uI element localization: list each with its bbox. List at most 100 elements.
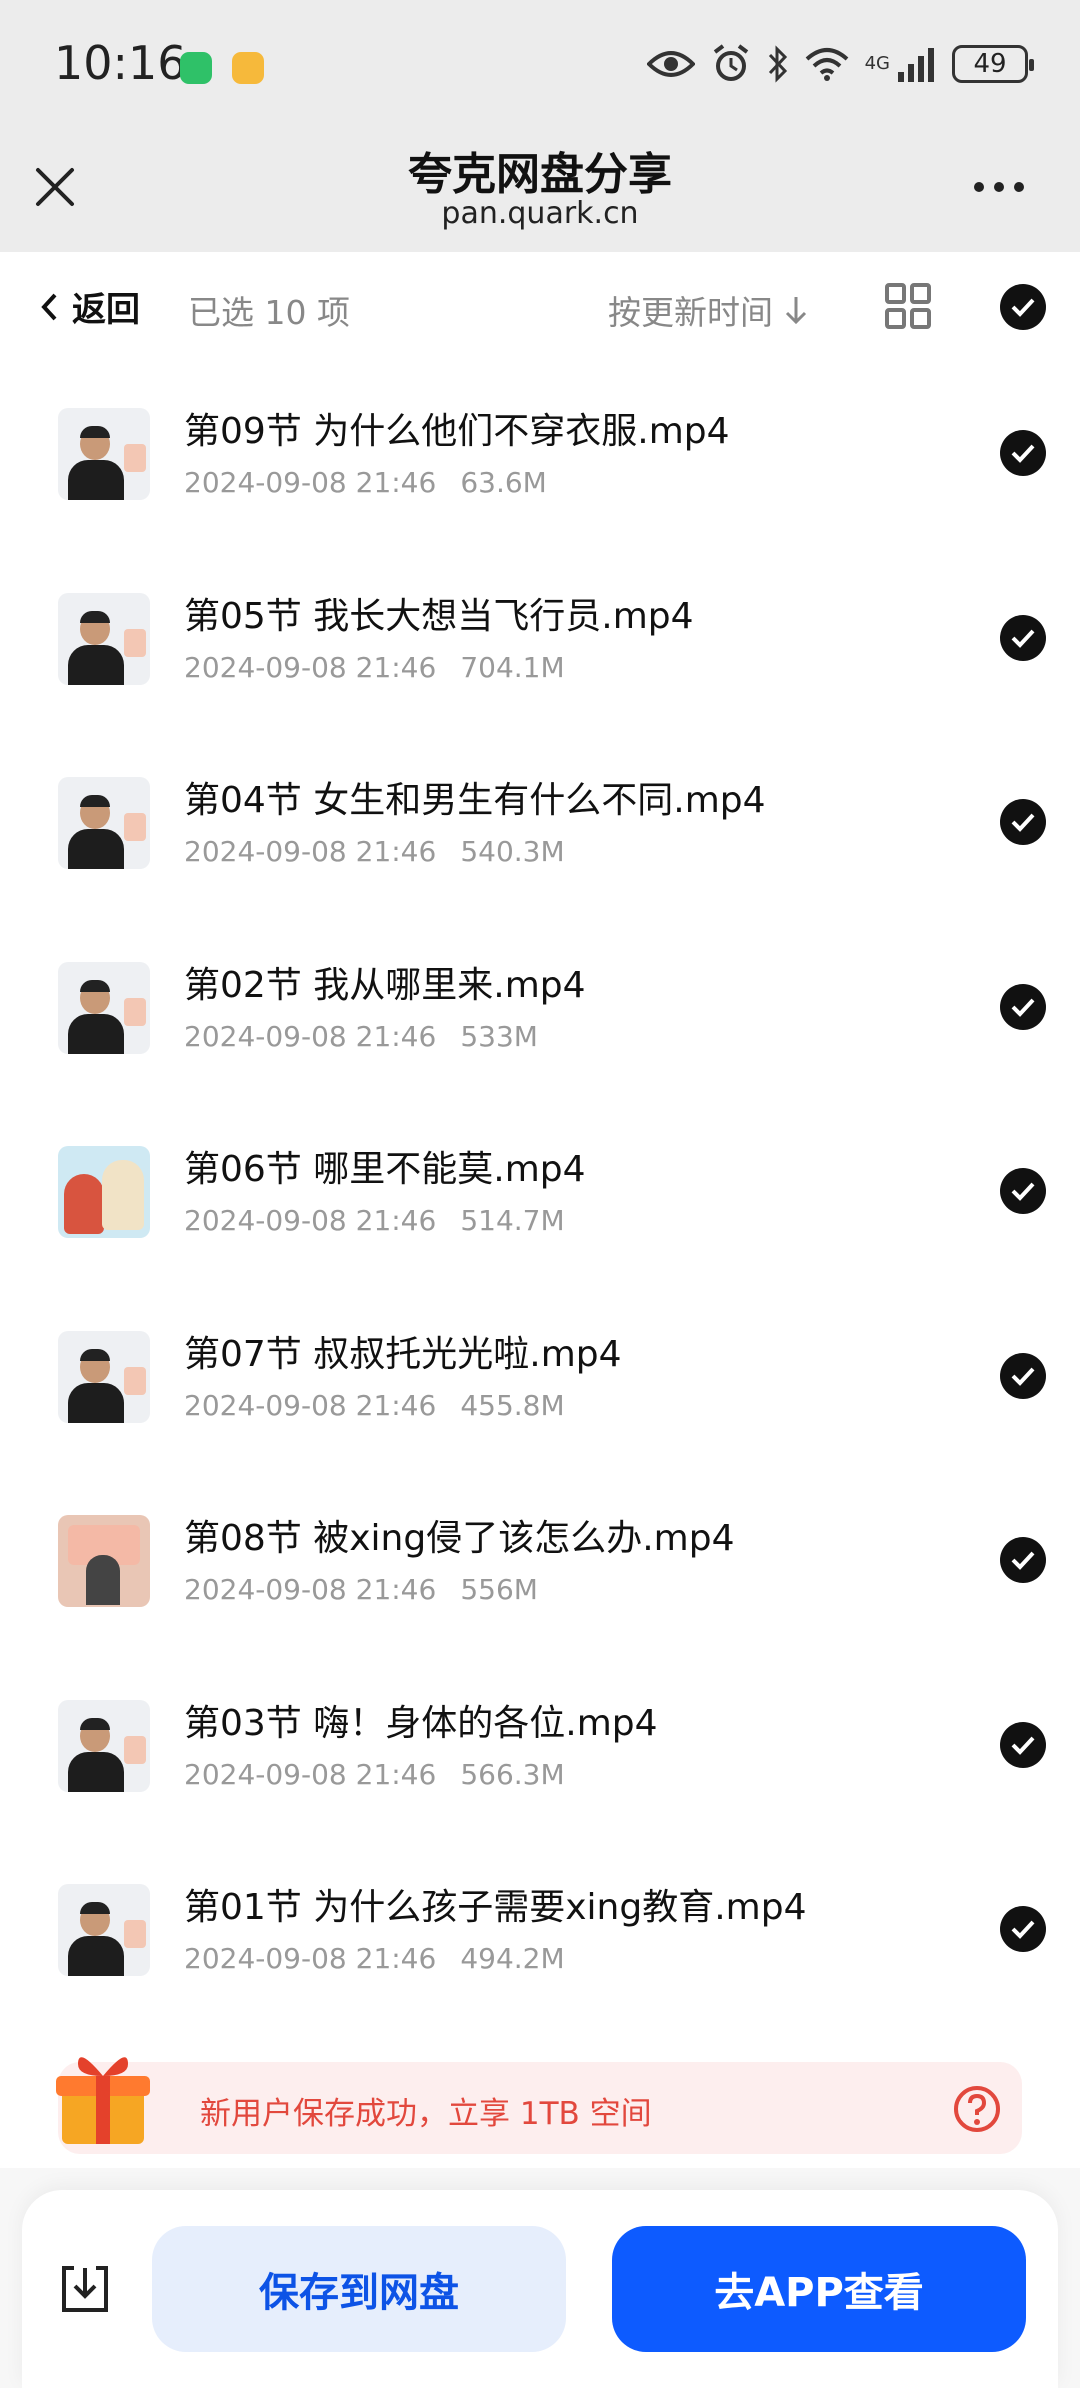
file-name: 第07节 叔叔托光光啦.mp4 [184, 1333, 622, 1375]
back-label: 返回 [72, 290, 140, 330]
shield-app-icon [180, 52, 212, 84]
file-date: 2024-09-08 21:46 [184, 650, 437, 684]
file-checkbox[interactable] [1000, 799, 1046, 845]
file-row[interactable]: 第09节 为什么他们不穿衣服.mp4 2024-09-08 21:46 63.6M [0, 362, 1080, 547]
download-icon[interactable] [56, 2260, 114, 2318]
select-all-checkbox[interactable] [1000, 284, 1046, 330]
bottom-action-bar: 保存到网盘 去APP查看 [22, 2190, 1058, 2388]
file-checkbox[interactable] [1000, 1352, 1046, 1399]
file-meta: 2024-09-08 21:46 514.7M [184, 1204, 565, 1237]
file-date: 2024-09-08 21:46 [184, 835, 437, 868]
file-size: 494.2M [460, 1942, 565, 1975]
file-size: 63.6M [460, 466, 547, 499]
checkmark-icon [1011, 298, 1035, 317]
file-list: 第09节 为什么他们不穿衣服.mp4 2024-09-08 21:46 63.6M 第… [0, 362, 1080, 2023]
grid-view-icon[interactable] [884, 282, 932, 330]
file-checkbox[interactable] [1000, 614, 1046, 661]
checkmark-icon [1011, 1182, 1035, 1201]
video-thumbnail [58, 777, 150, 869]
file-row[interactable]: 第03节 嗨！身体的各位.mp4 2024-09-08 21:46 566.3M [0, 1654, 1080, 1839]
video-thumbnail [58, 408, 150, 500]
checkmark-icon [1011, 813, 1035, 832]
page-url: pan.quark.cn [441, 196, 639, 231]
page-title: 夸克网盘分享 [408, 149, 672, 200]
open-in-app-button[interactable]: 去APP查看 [612, 2226, 1026, 2352]
selection-toolbar: 返回 已选 10 项 按更新时间 [0, 252, 1080, 362]
file-name: 第04节 女生和男生有什么不同.mp4 [184, 780, 766, 821]
file-row[interactable]: 第05节 我长大想当飞行员.mp4 2024-09-08 21:46 704.1M [0, 547, 1080, 732]
file-date: 2024-09-08 21:46 [184, 1757, 437, 1791]
checkmark-icon [1011, 1551, 1035, 1570]
checkmark-icon [1011, 1920, 1035, 1939]
nav-bar: 夸克网盘分享 pan.quark.cn [0, 130, 1080, 252]
eye-icon [646, 51, 695, 77]
file-checkbox[interactable] [1000, 1906, 1046, 1952]
checkmark-icon [1011, 1736, 1035, 1755]
checkmark-icon [1011, 1367, 1035, 1386]
file-row[interactable]: 第04节 女生和男生有什么不同.mp4 2024-09-08 21:46 540.3… [0, 731, 1080, 916]
file-name: 第09节 为什么他们不穿衣服.mp4 [184, 411, 730, 452]
file-name: 第02节 我从哪里来.mp4 [184, 964, 586, 1006]
signal-icon [898, 48, 934, 82]
video-thumbnail [58, 1515, 150, 1607]
chevron-left-icon [41, 293, 57, 320]
file-meta: 2024-09-08 21:46 494.2M [184, 1942, 565, 1975]
selected-count: 已选 10 项 [188, 293, 350, 332]
network-type: 4G [864, 53, 890, 74]
file-row[interactable]: 第08节 被xing侵了该怎么办.mp4 2024-09-08 21:46 556M [0, 1469, 1080, 1654]
file-row[interactable]: 第02节 我从哪里来.mp4 2024-09-08 21:46 533M [0, 916, 1080, 1101]
file-date: 2024-09-08 21:46 [184, 1204, 437, 1237]
file-checkbox[interactable] [1000, 983, 1046, 1030]
file-checkbox[interactable] [1000, 1537, 1046, 1583]
file-row[interactable]: 第07节 叔叔托光光啦.mp4 2024-09-08 21:46 455.8M [0, 1285, 1080, 1470]
file-meta: 2024-09-08 21:46 540.3M [184, 835, 565, 868]
file-checkbox[interactable] [1000, 1721, 1046, 1768]
video-thumbnail [58, 1146, 150, 1238]
checkmark-icon [1011, 629, 1035, 648]
file-size: 514.7M [460, 1204, 565, 1237]
file-meta: 2024-09-08 21:46 556M [184, 1573, 538, 1606]
back-button[interactable]: 返回 [40, 282, 140, 331]
sort-button[interactable]: 按更新时间 [608, 286, 809, 334]
file-meta: 2024-09-08 21:46 455.8M [184, 1389, 565, 1422]
battery-level: 49 [973, 49, 1007, 79]
sort-label: 按更新时间 [608, 293, 773, 332]
video-thumbnail [58, 592, 150, 685]
file-name: 第06节 哪里不能莫.mp4 [184, 1149, 586, 1190]
file-name: 第08节 被xing侵了该怎么办.mp4 [184, 1518, 735, 1559]
alarm-icon [713, 44, 748, 81]
file-name: 第01节 为什么孩子需要xing教育.mp4 [184, 1887, 807, 1928]
file-size: 566.3M [460, 1757, 565, 1791]
file-row[interactable]: 第01节 为什么孩子需要xing教育.mp4 2024-09-08 21:46 49… [0, 1838, 1080, 2023]
video-thumbnail [58, 1699, 150, 1792]
promo-banner[interactable]: 新用户保存成功，立享 1TB 空间 [56, 2057, 1022, 2154]
file-name: 第03节 嗨！身体的各位.mp4 [184, 1702, 658, 1744]
file-size: 533M [460, 1019, 538, 1053]
checkmark-icon [1011, 444, 1035, 463]
more-icon[interactable] [974, 172, 1034, 202]
file-row[interactable]: 第06节 哪里不能莫.mp4 2024-09-08 21:46 514.7M [0, 1100, 1080, 1285]
video-thumbnail [58, 1330, 150, 1423]
file-size: 704.1M [460, 650, 565, 684]
file-size: 556M [460, 1573, 538, 1606]
video-thumbnail [58, 1884, 150, 1976]
video-thumbnail [58, 961, 150, 1054]
file-checkbox[interactable] [1000, 1168, 1046, 1214]
status-icons: 4G 49 [646, 44, 1034, 84]
status-time: 10:16 [54, 36, 187, 90]
bluetooth-icon [768, 45, 787, 83]
file-date: 2024-09-08 21:46 [184, 1573, 437, 1606]
file-date: 2024-09-08 21:46 [184, 1942, 437, 1975]
save-to-drive-button[interactable]: 保存到网盘 [152, 2226, 566, 2352]
file-checkbox[interactable] [1000, 430, 1046, 476]
gift-icon [56, 2057, 150, 2144]
help-icon[interactable] [952, 2084, 1002, 2134]
file-size: 455.8M [460, 1388, 565, 1422]
file-meta: 2024-09-08 21:46 704.1M [184, 651, 565, 684]
file-date: 2024-09-08 21:46 [184, 1388, 437, 1422]
file-meta: 2024-09-08 21:46 533M [184, 1020, 538, 1053]
file-date: 2024-09-08 21:46 [184, 1019, 437, 1053]
file-date: 2024-09-08 21:46 [184, 466, 437, 499]
battery-indicator: 49 [952, 45, 1034, 83]
promo-text: 新用户保存成功，立享 1TB 空间 [200, 2096, 652, 2132]
